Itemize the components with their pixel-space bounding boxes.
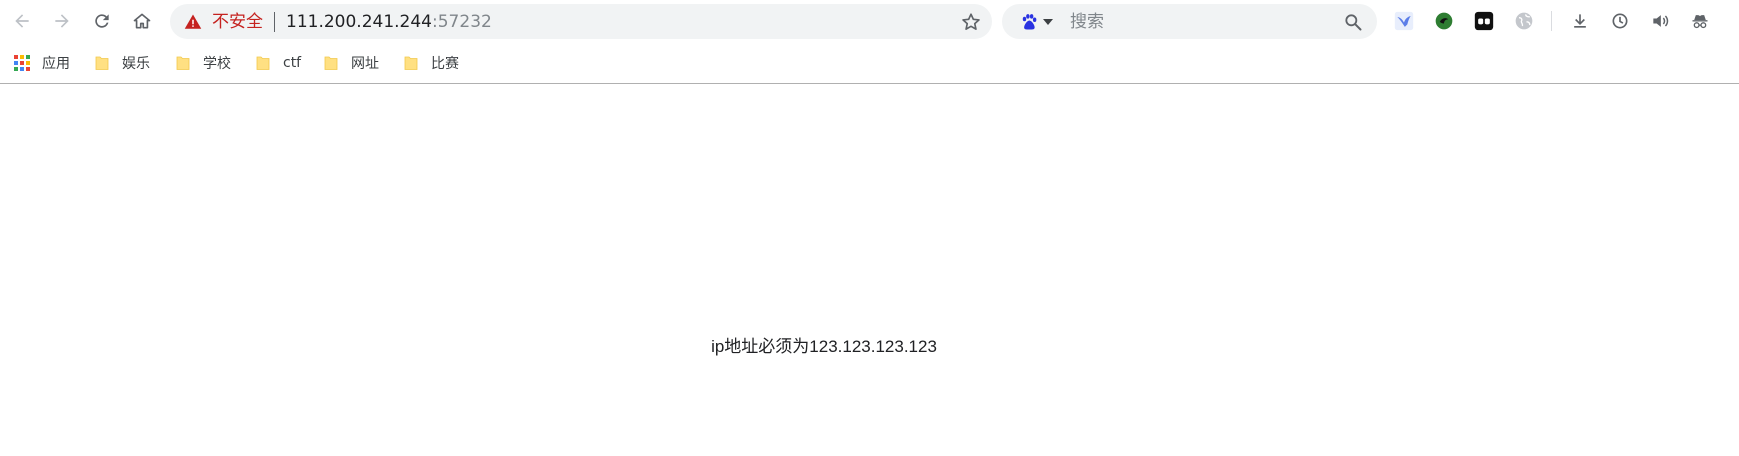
black-extension-button[interactable] [1473, 10, 1495, 32]
folder-icon [404, 56, 418, 70]
forward-button[interactable] [46, 5, 78, 37]
warning-triangle-icon[interactable] [184, 13, 202, 31]
folder-icon [324, 56, 338, 70]
bookmark-folder-competitions[interactable]: 比赛 [403, 51, 459, 75]
folder-icon [176, 56, 190, 70]
home-button[interactable] [126, 5, 158, 37]
url-port: :57232 [432, 12, 492, 32]
bird-extension-button[interactable] [1393, 10, 1415, 32]
url-text[interactable]: 111.200.241.244:57232 [286, 12, 492, 32]
globe-icon [1515, 12, 1533, 30]
address-bar[interactable]: 不安全 111.200.241.244:57232 [170, 4, 992, 39]
black-extension-icon [1474, 11, 1494, 31]
speaker-icon [1653, 15, 1669, 27]
url-host: 111.200.241.244 [286, 12, 433, 32]
star-icon[interactable] [960, 11, 982, 33]
incognito-icon [1692, 15, 1708, 29]
bookmark-folder-entertainment[interactable]: 娱乐 [94, 51, 150, 75]
search-placeholder[interactable]: 搜索 [1070, 12, 1104, 32]
bookmark-label: 娱乐 [122, 56, 150, 72]
apps-grid-icon [14, 55, 30, 71]
green-circle-extension-icon [1435, 12, 1453, 30]
back-button[interactable] [6, 5, 38, 37]
browser-toolbar: 不安全 111.200.241.244:57232 搜索 [0, 0, 1739, 42]
reload-button[interactable] [86, 5, 118, 37]
bookmarks-bar: 应用 娱乐 学校 ctf 网址 比赛 [0, 42, 1739, 84]
green-extension-button[interactable] [1433, 10, 1455, 32]
security-status-label[interactable]: 不安全 [212, 12, 263, 32]
engine-dropdown-caret[interactable] [1043, 19, 1053, 25]
bookmark-apps-label: 应用 [42, 56, 70, 72]
media-button[interactable] [1649, 10, 1671, 32]
page-message: ip地址必须为123.123.123.123 [711, 337, 937, 356]
home-icon [133, 13, 151, 29]
arrow-right-icon [55, 14, 69, 28]
history-clock-icon [1612, 13, 1628, 29]
history-button[interactable] [1609, 10, 1631, 32]
folder-icon [95, 56, 109, 70]
search-box[interactable]: 搜索 [1002, 4, 1377, 39]
reload-icon [95, 14, 109, 28]
toolbar-divider [1551, 11, 1552, 31]
omnibox-separator [274, 12, 275, 32]
downloads-button[interactable] [1569, 10, 1591, 32]
download-icon [1574, 14, 1586, 28]
bookmark-folder-ctf[interactable]: ctf [255, 51, 301, 75]
bird-icon [1394, 11, 1414, 31]
arrow-left-icon [15, 14, 29, 28]
bookmark-apps[interactable]: 应用 [14, 51, 70, 75]
bookmark-label: 网址 [351, 56, 379, 72]
bookmark-label: 学校 [203, 56, 231, 72]
baidu-paw-icon[interactable] [1020, 13, 1038, 31]
bookmark-folder-school[interactable]: 学校 [175, 51, 231, 75]
incognito-button[interactable] [1689, 10, 1711, 32]
bookmark-folder-websites[interactable]: 网址 [323, 51, 379, 75]
search-icon[interactable] [1343, 12, 1363, 32]
bookmark-label: 比赛 [431, 56, 459, 72]
globe-extension-button[interactable] [1513, 10, 1535, 32]
bookmark-label: ctf [283, 55, 302, 71]
folder-icon [256, 56, 270, 70]
